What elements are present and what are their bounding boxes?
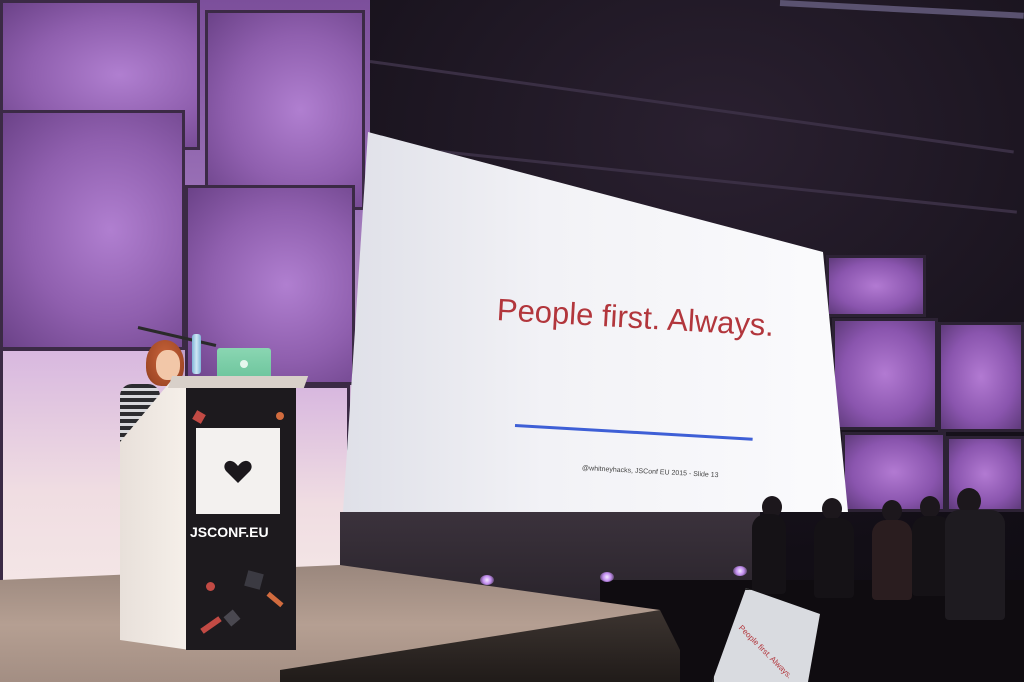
torso <box>752 514 786 594</box>
wall-panel <box>0 110 185 350</box>
wall-panel <box>205 10 365 210</box>
water-bottle <box>192 334 201 374</box>
podium-side <box>120 382 190 650</box>
podium: JSCONF.EU <box>120 376 309 650</box>
conference-stage-scene: People first. Always. @whitneyhacks, JSC… <box>0 0 1024 682</box>
podium-front <box>186 382 296 650</box>
stage-light <box>733 566 747 576</box>
stage-light <box>480 575 494 585</box>
torso <box>945 510 1005 620</box>
confetti-shape <box>266 591 284 608</box>
heart-card <box>196 428 280 514</box>
wall-panel <box>832 318 938 430</box>
confetti-shape <box>276 412 284 420</box>
head <box>822 498 842 520</box>
confetti-shape <box>192 410 206 424</box>
confetti-shape <box>200 616 222 634</box>
torso <box>872 520 912 600</box>
head <box>882 500 902 522</box>
confetti-shape <box>206 582 215 591</box>
apple-logo-icon <box>240 360 248 368</box>
torso <box>814 518 854 598</box>
confetti-shape <box>244 570 264 590</box>
head <box>920 496 940 518</box>
wall-panel <box>938 322 1024 432</box>
heart-icon <box>224 460 252 483</box>
stage-light <box>600 572 614 582</box>
wall-panel <box>826 255 926 317</box>
podium-top <box>167 376 309 388</box>
podium-brand-text: JSCONF.EU <box>190 524 269 540</box>
confetti-shape <box>223 609 241 627</box>
